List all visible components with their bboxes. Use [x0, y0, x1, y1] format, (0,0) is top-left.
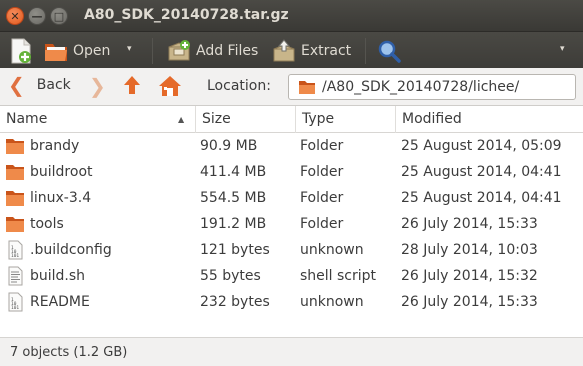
file-modified: 26 July 2014, 15:32 [401, 268, 538, 284]
file-name: linux-3.4 [30, 190, 92, 206]
file-type: Folder [300, 164, 344, 180]
open-button[interactable]: Open [44, 36, 110, 66]
back-arrow-icon: ❮ [8, 73, 25, 97]
file-row[interactable]: buildroot 411.4 MB Folder 25 August 2014, 0… [0, 159, 583, 185]
file-type: Folder [300, 190, 344, 206]
file-name: .buildconfig [30, 242, 112, 258]
title-bar: ✕ — □ A80_SDK_20140728.tar.gz [0, 0, 583, 32]
extract-button[interactable]: Extract [272, 36, 351, 66]
new-archive-icon [11, 38, 31, 64]
add-files-icon [168, 40, 190, 61]
file-modified: 25 August 2014, 04:41 [401, 164, 562, 180]
file-list: Name ▲ Size Type Modified brandy 90.9 MB F… [0, 106, 583, 337]
file-type: unknown [300, 242, 364, 258]
toolbar-menu-arrow-icon[interactable]: ▾ [560, 44, 565, 54]
column-header-name[interactable]: Name [0, 106, 196, 133]
back-label: Back [36, 77, 71, 93]
file-size: 191.2 MB [200, 216, 267, 232]
up-arrow-icon [124, 76, 140, 94]
file-name: build.sh [30, 268, 86, 284]
file-row[interactable]: 1 10 101 README 232 bytes unknown 26 July 2014… [0, 289, 583, 315]
file-size: 121 bytes [200, 242, 270, 258]
file-row[interactable]: 1 10 101 .buildconfig 121 bytes unknown 28 Jul… [0, 237, 583, 263]
folder-icon [5, 162, 25, 182]
file-size: 411.4 MB [200, 164, 267, 180]
file-type: Folder [300, 138, 344, 154]
file-row[interactable]: build.sh 55 bytes shell script 26 July 2014… [0, 263, 583, 289]
open-label: Open [73, 43, 111, 59]
sort-ascending-icon: ▲ [178, 115, 185, 124]
file-modified: 28 July 2014, 10:03 [401, 242, 538, 258]
magnifier-icon [378, 40, 401, 63]
file-type: shell script [300, 268, 377, 284]
file-name: brandy [30, 138, 80, 154]
open-dropdown-arrow-icon[interactable]: ▾ [127, 44, 132, 54]
file-row[interactable]: linux-3.4 554.5 MB Folder 25 August 2014, 0… [0, 185, 583, 211]
location-field[interactable]: /A80_SDK_20140728/lichee/ [288, 74, 576, 100]
maximize-window-button[interactable]: □ [50, 7, 68, 25]
folder-icon [5, 188, 25, 208]
search-button[interactable] [377, 36, 401, 66]
home-button[interactable] [158, 74, 182, 102]
status-bar: 7 objects (1.2 GB) [0, 337, 583, 366]
file-row[interactable]: tools 191.2 MB Folder 26 July 2014, 15:33 [0, 211, 583, 237]
file-name: buildroot [30, 164, 93, 180]
add-files-button[interactable]: Add Files [167, 36, 258, 66]
location-path: /A80_SDK_20140728/lichee/ [322, 79, 520, 95]
binary-file-icon: 1 10 101 [5, 240, 25, 260]
extract-icon [273, 39, 295, 62]
extract-label: Extract [301, 43, 352, 59]
minimize-window-button[interactable]: — [28, 7, 46, 25]
forward-button[interactable]: ❯ [89, 74, 106, 98]
column-header-size[interactable]: Size [196, 106, 296, 133]
column-header-row: Name ▲ Size Type Modified [0, 106, 583, 133]
file-size: 232 bytes [200, 294, 270, 310]
file-modified: 25 August 2014, 04:41 [401, 190, 562, 206]
file-type: Folder [300, 216, 344, 232]
location-label: Location: [207, 78, 271, 94]
file-type: unknown [300, 294, 364, 310]
toolbar: Open ▾ Add Files Extract ▾ [0, 32, 583, 68]
file-row[interactable]: brandy 90.9 MB Folder 25 August 2014, 05:09 [0, 133, 583, 159]
file-modified: 26 July 2014, 15:33 [401, 216, 538, 232]
window-title: A80_SDK_20140728.tar.gz [84, 7, 289, 23]
file-modified: 25 August 2014, 05:09 [401, 138, 562, 154]
add-files-label: Add Files [196, 43, 259, 59]
back-button[interactable]: ❮ Back [8, 73, 71, 97]
column-header-modified[interactable]: Modified [396, 106, 583, 133]
text-file-icon [5, 266, 25, 286]
file-name: README [30, 294, 90, 310]
new-archive-button[interactable] [9, 36, 33, 66]
status-text: 7 objects (1.2 GB) [10, 345, 128, 360]
toolbar-separator [152, 38, 153, 64]
toolbar-separator [365, 38, 366, 64]
navigation-bar: ❮ Back ❯ Location: /A80_SDK_20140728/lic… [0, 68, 583, 106]
home-icon [159, 76, 181, 96]
file-size: 554.5 MB [200, 190, 267, 206]
file-size: 55 bytes [200, 268, 261, 284]
binary-file-icon: 1 10 101 [5, 292, 25, 312]
file-size: 90.9 MB [200, 138, 258, 154]
folder-icon [299, 81, 315, 94]
svg-text:101: 101 [11, 305, 19, 311]
file-name: tools [30, 216, 64, 232]
column-header-type[interactable]: Type [296, 106, 396, 133]
folder-icon [5, 136, 25, 156]
close-window-button[interactable]: ✕ [6, 7, 24, 25]
svg-text:101: 101 [11, 253, 19, 259]
file-modified: 26 July 2014, 15:33 [401, 294, 538, 310]
open-folder-icon [45, 44, 67, 61]
up-button[interactable] [122, 74, 142, 101]
file-rows: brandy 90.9 MB Folder 25 August 2014, 05:09… [0, 133, 583, 315]
folder-icon [5, 214, 25, 234]
